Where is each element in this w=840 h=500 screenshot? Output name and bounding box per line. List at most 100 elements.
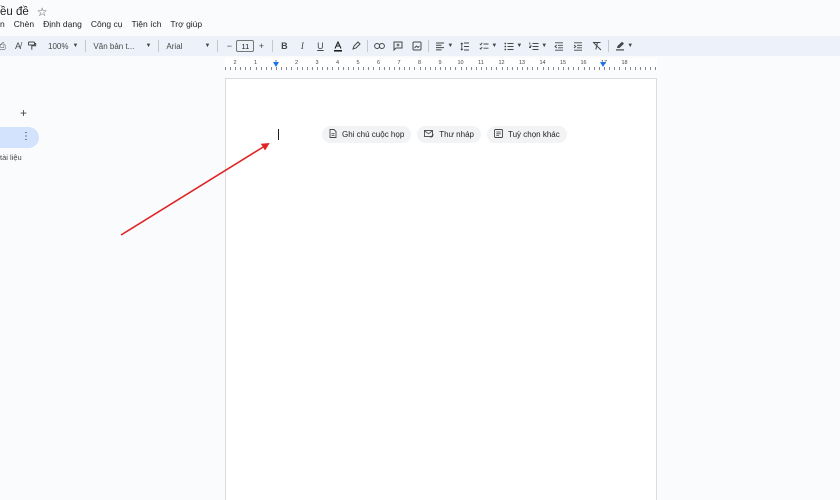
ruler-tick bbox=[624, 67, 626, 70]
ruler-tick bbox=[639, 67, 641, 70]
ruler-tick bbox=[655, 67, 657, 70]
document-title[interactable]: ều đề bbox=[0, 6, 29, 18]
chevron-down-icon[interactable]: ▼ bbox=[516, 43, 522, 49]
underline-icon[interactable]: U bbox=[313, 38, 327, 54]
chevron-down-icon: ▼ bbox=[145, 43, 152, 49]
ruler-tick bbox=[281, 67, 283, 70]
ruler-tick bbox=[409, 67, 411, 70]
toolbar-divider bbox=[428, 40, 430, 52]
ruler-tick bbox=[598, 67, 600, 70]
document-page[interactable]: Ghi chú cuộc họp Thư nháp Tuỳ chọn khác bbox=[225, 78, 657, 500]
font-size-input[interactable]: 11 bbox=[236, 40, 255, 52]
toolbar-divider bbox=[272, 40, 274, 52]
sidebar-tab-item[interactable] bbox=[0, 127, 39, 148]
align-left-icon[interactable] bbox=[433, 38, 447, 54]
ruler-label: 6 bbox=[376, 60, 381, 66]
text-cursor bbox=[278, 129, 279, 140]
ruler-label: 4 bbox=[335, 60, 340, 66]
horizontal-ruler[interactable]: 2 1 1 2 3 4 5 6 7 8 9 10 11 12 13 14 15 16 17 18 bbox=[224, 58, 657, 70]
meeting-notes-label: Ghi chú cuộc họp bbox=[342, 130, 405, 139]
text-color-icon[interactable] bbox=[331, 38, 345, 54]
building-block-chips: Ghi chú cuộc họp Thư nháp Tuỳ chọn khác bbox=[322, 126, 567, 143]
menu-insert[interactable]: Chèn bbox=[14, 19, 34, 29]
decrease-font-size-button[interactable]: − bbox=[222, 38, 236, 54]
font-value: Arial bbox=[166, 41, 183, 51]
document-icon bbox=[329, 129, 337, 140]
menu-tools[interactable]: Công cụ bbox=[91, 19, 123, 29]
ruler-tick bbox=[245, 67, 247, 70]
ruler-tick bbox=[491, 67, 493, 70]
ruler-tick bbox=[388, 67, 390, 70]
indent-marker[interactable] bbox=[273, 62, 279, 67]
ruler-tick bbox=[496, 67, 498, 70]
increase-indent-icon[interactable] bbox=[571, 38, 585, 54]
print-icon[interactable]: ⎙ bbox=[0, 38, 6, 54]
bold-icon[interactable]: B bbox=[277, 38, 291, 54]
document-title-area: ều đề ☆ bbox=[0, 5, 48, 19]
clear-formatting-icon[interactable] bbox=[590, 38, 604, 54]
ruler-tick bbox=[557, 67, 559, 70]
toolbar-divider bbox=[608, 40, 610, 52]
spellcheck-icon[interactable]: A̸ bbox=[11, 38, 25, 54]
ruler-tick bbox=[260, 67, 262, 70]
ruler-label: 7 bbox=[397, 60, 401, 66]
ruler-label: 18 bbox=[621, 60, 628, 66]
more-templates-chip[interactable]: Tuỳ chọn khác bbox=[486, 126, 567, 143]
increase-font-size-button[interactable]: + bbox=[254, 38, 268, 54]
ruler-tick bbox=[522, 67, 523, 70]
ruler-label: 15 bbox=[559, 60, 567, 66]
link-icon[interactable] bbox=[372, 38, 386, 54]
menu-file[interactable]: n bbox=[0, 19, 5, 29]
ruler-tick bbox=[593, 67, 595, 70]
menu-bar: n Chèn Định dạng Công cụ Tiện ích Trợ gi… bbox=[0, 19, 202, 29]
chevron-down-icon[interactable]: ▼ bbox=[491, 43, 497, 49]
italic-icon[interactable]: I bbox=[295, 38, 309, 54]
image-icon[interactable] bbox=[410, 38, 424, 54]
ruler-tick bbox=[296, 67, 298, 70]
chevron-down-icon: ▼ bbox=[72, 43, 79, 49]
highlight-icon[interactable] bbox=[349, 38, 363, 54]
star-icon[interactable]: ☆ bbox=[37, 5, 48, 19]
ruler-tick bbox=[378, 67, 380, 70]
bulleted-list-icon[interactable] bbox=[502, 38, 516, 54]
chevron-down-icon[interactable]: ▼ bbox=[447, 43, 453, 49]
toolbar: ⎙ A̸ 100% ▼ Văn bản t... ▼ Arial ▼ − 11 … bbox=[0, 36, 840, 56]
toolbar-divider bbox=[367, 40, 369, 52]
email-draft-label: Thư nháp bbox=[439, 130, 474, 139]
ruler-tick bbox=[383, 67, 385, 70]
more-options-icon[interactable]: ⋮ bbox=[21, 131, 31, 142]
menu-extensions[interactable]: Tiện ích bbox=[132, 19, 162, 29]
paint-format-icon[interactable] bbox=[25, 38, 39, 54]
ruler-tick bbox=[311, 67, 313, 70]
ruler-tick bbox=[634, 67, 636, 70]
checklist-icon[interactable] bbox=[477, 38, 491, 54]
ruler-tick bbox=[306, 67, 308, 70]
numbered-list-icon[interactable] bbox=[527, 38, 541, 54]
font-select[interactable]: Arial ▼ bbox=[163, 38, 213, 54]
line-spacing-icon[interactable] bbox=[458, 38, 472, 54]
chevron-down-icon[interactable]: ▼ bbox=[541, 43, 547, 49]
email-draft-chip[interactable]: Thư nháp bbox=[417, 126, 481, 143]
ruler-tick bbox=[450, 67, 452, 70]
menu-help[interactable]: Trợ giúp bbox=[170, 19, 202, 29]
zoom-select[interactable]: 100% ▼ bbox=[45, 38, 81, 54]
decrease-indent-icon[interactable] bbox=[552, 38, 566, 54]
toolbar-divider bbox=[158, 40, 160, 52]
chevron-down-icon[interactable]: ▼ bbox=[627, 43, 633, 49]
menu-format[interactable]: Định dạng bbox=[43, 19, 82, 29]
editing-mode-icon[interactable] bbox=[613, 38, 627, 54]
meeting-notes-chip[interactable]: Ghi chú cuộc họp bbox=[322, 126, 412, 143]
paragraph-style-select[interactable]: Văn bản t... ▼ bbox=[90, 38, 154, 54]
ruler-label: 2 bbox=[294, 60, 299, 66]
ruler-tick bbox=[240, 67, 242, 70]
ruler-tick bbox=[419, 67, 421, 70]
ruler-area: 2 1 1 2 3 4 5 6 7 8 9 10 11 12 13 14 15 16 17 18 bbox=[0, 56, 840, 72]
ruler-tick bbox=[347, 67, 349, 70]
ruler-tick bbox=[583, 67, 585, 70]
indent-marker[interactable] bbox=[600, 62, 606, 67]
add-tab-button[interactable]: + bbox=[20, 106, 27, 120]
toolbar-divider bbox=[217, 40, 219, 52]
ruler-tick bbox=[470, 67, 472, 70]
zoom-value: 100% bbox=[48, 41, 69, 51]
comment-icon[interactable] bbox=[391, 38, 405, 54]
